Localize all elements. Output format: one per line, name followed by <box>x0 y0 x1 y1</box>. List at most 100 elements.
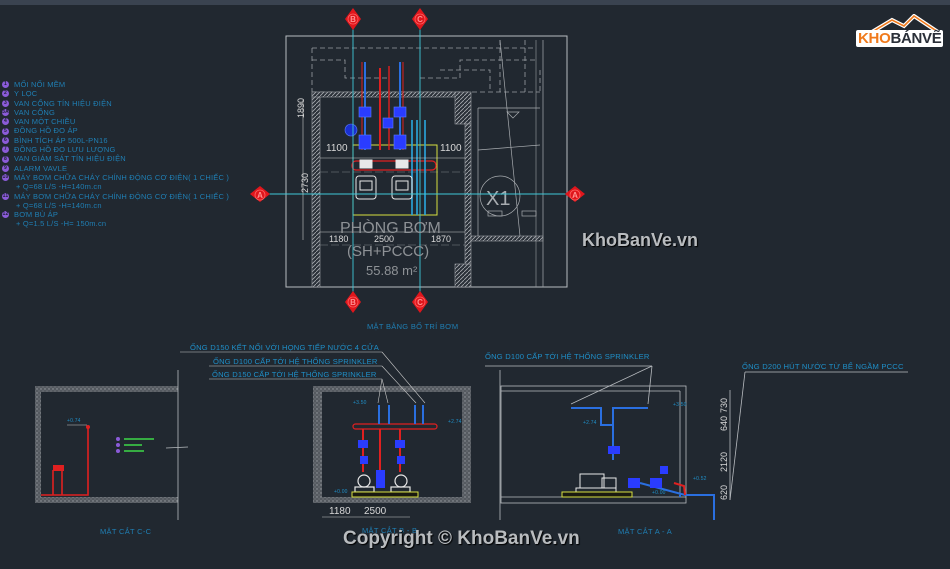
logo-kho: KHO <box>858 30 891 47</box>
bb-note-1: ỐNG D150 KẾT NỐI VỚI HỌNG TIẾP NƯỚC 4 CỬ… <box>190 343 380 352</box>
legend-item: 3A VAN CỔNG <box>2 108 229 117</box>
khobanve-logo[interactable]: KHOBÁNVẼ <box>852 14 944 52</box>
column-bottom-right <box>454 263 472 288</box>
legend-item: 1 MỐI NỐI MỀM <box>2 80 229 89</box>
legend-spec: + Q=68 L/S -H=140m.cn <box>16 182 102 192</box>
aa-note-1: ỐNG D100 CẤP TỚI HỆ THỐNG SPRINKLER <box>485 352 650 361</box>
svg-text:A: A <box>572 191 578 200</box>
legend-item: 9 ALARM VAVLE <box>2 164 229 173</box>
svg-text:C: C <box>417 298 423 307</box>
section-marker-a-right[interactable]: A <box>565 186 585 202</box>
section-c-c-level: +0.74 <box>67 418 81 424</box>
section-a-a-title: MẶT CẮT A - A <box>618 527 673 536</box>
legend-number: 9 <box>2 164 9 172</box>
legend-number: 7 <box>2 146 9 154</box>
bb-dim-a: 1180 <box>329 506 351 517</box>
legend-label: Y LỌC <box>14 89 38 99</box>
legend-label: MÁY BƠM CHỮA CHÁY CHÍNH ĐỘNG CƠ ĐIỆN( 1 … <box>14 191 230 201</box>
bb-level-bottom: +0.00 <box>334 489 348 495</box>
logo-banve: BÁNVẼ <box>890 30 942 47</box>
dashed-upper-structure <box>311 40 541 93</box>
section-marker-b-top[interactable]: B <box>345 8 361 30</box>
svg-text:A: A <box>257 191 263 200</box>
legend-label: BƠM BÙ ÁP <box>14 210 59 220</box>
wall-mid-right <box>470 235 544 242</box>
legend-label: ĐỒNG HỒ ĐO ÁP <box>14 126 78 136</box>
room-subtitle: (SH+PCCC) <box>347 243 430 260</box>
legend-spec: + Q=1.5 L/S -H= 150m.cn <box>16 219 107 229</box>
legend-number: 4 <box>2 118 9 126</box>
room-name: PHÒNG BƠM <box>340 220 441 237</box>
svg-text:B: B <box>350 15 356 24</box>
legend-spec: + Q=68 L/S -H=140m.cn <box>16 200 102 210</box>
legend-item: 6 BÌNH TÍCH ÁP 500L-PN16 <box>2 136 229 145</box>
aa-dim-640: 640 <box>719 415 729 431</box>
legend-label: ĐỒNG HỒ ĐO LƯU LƯỢNG <box>14 145 116 155</box>
legend-label: ALARM VAVLE <box>14 163 68 173</box>
legend-item: 11 MÁY BƠM CHỮA CHÁY CHÍNH ĐỘNG CƠ ĐIỆN( … <box>2 192 229 201</box>
legend-label: MỐI NỐI MỀM <box>14 80 66 89</box>
legend-item: 3 VAN CỔNG TÍN HIỆU ĐIỆN <box>2 99 229 108</box>
dim-vertical-b: 2730 <box>300 172 310 193</box>
legend-number: 12 <box>2 211 9 219</box>
legend-label: MÁY BƠM CHỮA CHÁY CHÍNH ĐỘNG CƠ ĐIỆN( 1 … <box>14 172 230 182</box>
aa-level-top: +3.50 <box>673 402 687 408</box>
aa-level-bottom: +0.00 <box>652 490 666 496</box>
section-c-c-title: MẶT CẮT C-C <box>100 527 152 536</box>
aa-level-right: +0.52 <box>693 476 707 482</box>
legend-number: 11 <box>2 192 9 200</box>
bb-dim-b: 2500 <box>364 506 387 517</box>
legend-number: 3 <box>2 99 9 107</box>
legend-number: 3A <box>2 109 9 117</box>
logo-text: KHOBÁNVẼ <box>856 30 944 47</box>
legend-item: 5 ĐỒNG HỒ ĐO ÁP <box>2 126 229 135</box>
watermark-copyright: Copyright © KhoBanVe.vn <box>343 528 580 549</box>
legend-label: VAN GIÁM SÁT TÍN HIỆU ĐIỆN <box>14 154 126 164</box>
section-marker-c-bottom[interactable]: C <box>412 291 428 313</box>
legend-number: 1 <box>2 81 9 89</box>
aa-note-2: ỐNG D200 HÚT NƯỚC TỪ BỂ NGẦM PCCC <box>742 362 904 371</box>
legend-item: 8 VAN GIÁM SÁT TÍN HIỆU ĐIỆN <box>2 154 229 163</box>
legend-number: 10 <box>2 174 9 182</box>
dim-vertical-a: 1890 <box>296 97 306 118</box>
dim-top-left: 1100 <box>326 143 348 154</box>
section-marker-c-top[interactable]: C <box>412 8 428 30</box>
svg-text:B: B <box>350 298 356 307</box>
bb-note-2: ỐNG D100 CẤP TỚI HỆ THỐNG SPRINKLER <box>213 357 378 366</box>
bb-level-top: +3.50 <box>353 400 367 406</box>
legend-label: BÌNH TÍCH ÁP 500L-PN16 <box>14 135 108 145</box>
bb-note-3: ỐNG D150 CẤP TỚI HỆ THỐNG SPRINKLER <box>212 370 377 379</box>
legend-number: 6 <box>2 136 9 144</box>
plan-pumps <box>355 159 413 200</box>
plan-risers <box>361 62 426 215</box>
column-top-right <box>454 91 472 125</box>
plan-valves <box>344 106 407 150</box>
room-area: 55.88 m² <box>366 263 418 278</box>
aa-level-mid: +2.74 <box>583 420 597 426</box>
legend-item: 7 ĐỒNG HỒ ĐO LƯU LƯỢNG <box>2 145 229 154</box>
watermark-mid: KhoBanVe.vn <box>582 230 699 250</box>
legend-list: 1 MỐI NỐI MỀM 2 Y LỌC 3 VAN CỔNG TÍN HIỆU Đ… <box>2 80 229 229</box>
plan-title: MẶT BẰNG BỐ TRÍ BƠM <box>367 322 459 331</box>
section-marker-a-left[interactable]: A <box>250 186 270 202</box>
legend-label: VAN CỔNG TÍN HIỆU ĐIỆN <box>14 98 112 108</box>
dim-top-right: 1100 <box>440 143 462 154</box>
legend-number: 5 <box>2 127 9 135</box>
legend-number: 2 <box>2 90 9 98</box>
legend-number: 8 <box>2 155 9 163</box>
section-a-a <box>485 365 908 520</box>
wall-top <box>311 91 458 98</box>
section-marker-b-bottom[interactable]: B <box>345 291 361 313</box>
aa-dim-2120: 2120 <box>719 451 729 472</box>
wall-left <box>311 92 321 288</box>
aa-dim-620: 620 <box>719 484 729 500</box>
legend-item: 12 BƠM BÙ ÁP <box>2 210 229 219</box>
section-c-c <box>35 370 189 520</box>
legend-item: 10 MÁY BƠM CHỮA CHÁY CHÍNH ĐỘNG CƠ ĐIỆN( … <box>2 173 229 182</box>
stair-label: X1 <box>486 188 510 210</box>
legend-item: 2 Y LỌC <box>2 89 229 98</box>
svg-text:C: C <box>417 15 423 24</box>
legend-label: VAN CỔNG <box>14 107 56 117</box>
aa-dim-730: 730 <box>719 397 729 413</box>
bb-level-right: +2.74 <box>448 419 462 425</box>
